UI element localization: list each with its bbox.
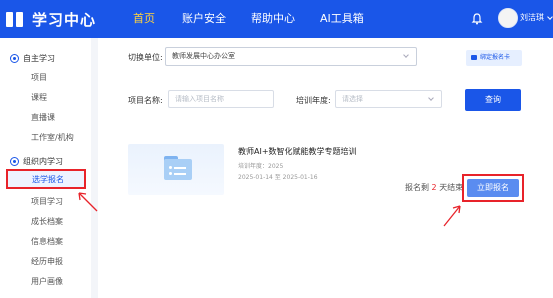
- target-icon: [10, 157, 19, 166]
- book-icon: [6, 12, 23, 27]
- sidebar-item-projects[interactable]: 项目: [31, 72, 47, 83]
- course-dates: 2025-01-14 至 2025-01-16: [238, 174, 318, 181]
- sidebar-item-experience[interactable]: 经历申报: [31, 256, 63, 267]
- sidebar-item-elective-signup[interactable]: 选学报名: [6, 169, 86, 189]
- chevron-down-icon[interactable]: [547, 14, 553, 20]
- remaining-count: 2: [431, 183, 437, 192]
- sidebar-item-courses[interactable]: 课程: [31, 92, 47, 103]
- unit-select-value: 教师发展中心办公室: [172, 52, 235, 60]
- app-logo[interactable]: 学习中心: [6, 9, 96, 30]
- bind-card-button[interactable]: 绑定报名卡: [466, 50, 522, 66]
- signup-highlight: 立即报名: [462, 174, 524, 202]
- sidebar-group-self-study[interactable]: 自主学习: [10, 53, 55, 64]
- top-header: 学习中心 首页 账户安全 帮助中心 AI工具箱 刘洁琪: [0, 0, 553, 38]
- sidebar-group-label: 组织内学习: [23, 157, 63, 166]
- sidebar-item-project-study[interactable]: 项目学习: [31, 196, 63, 207]
- chevron-down-icon: [428, 95, 434, 101]
- unit-select[interactable]: 教师发展中心办公室: [165, 47, 417, 66]
- target-icon: [10, 54, 19, 63]
- remaining-days: 报名剩 2 天结束: [405, 182, 463, 193]
- project-name-input[interactable]: 请输入项目名称: [168, 90, 274, 108]
- sidebar-item-live[interactable]: 直播课: [31, 112, 55, 123]
- bell-icon[interactable]: [470, 12, 484, 26]
- sidebar-item-user-profile[interactable]: 用户画像: [31, 276, 63, 287]
- course-title[interactable]: 教师AI+数智化赋能教学专题培训: [238, 146, 357, 157]
- year-select-placeholder: 请选择: [342, 95, 363, 103]
- chevron-down-icon: [403, 52, 409, 58]
- sidebar: 自主学习 项目 课程 直播课 工作室/机构 组织内学习 选学报名 项目学习 成长…: [0, 38, 91, 298]
- nav-account-security[interactable]: 账户安全: [182, 0, 226, 38]
- folder-icon: [164, 156, 192, 180]
- year-select[interactable]: 请选择: [335, 90, 442, 108]
- nav-home[interactable]: 首页: [133, 0, 155, 38]
- sidebar-group-org-study[interactable]: 组织内学习: [10, 156, 63, 167]
- nav-help-center[interactable]: 帮助中心: [251, 0, 295, 38]
- nav-ai-toolbox[interactable]: AI工具箱: [320, 0, 364, 38]
- remaining-prefix: 报名剩: [405, 183, 429, 192]
- project-name-label: 项目名称:: [128, 96, 163, 105]
- sidebar-group-label: 自主学习: [23, 54, 55, 63]
- app-title: 学习中心: [32, 11, 97, 29]
- unit-label: 切换单位:: [128, 53, 163, 62]
- signup-button[interactable]: 立即报名: [467, 179, 519, 197]
- username[interactable]: 刘洁琪: [520, 12, 544, 23]
- course-year: 培训年度：2025: [238, 163, 284, 170]
- course-thumbnail[interactable]: [128, 144, 224, 195]
- query-button[interactable]: 查询: [465, 89, 521, 111]
- remaining-suffix: 天结束: [439, 183, 464, 192]
- year-label: 培训年度:: [296, 96, 331, 105]
- avatar[interactable]: [498, 8, 518, 28]
- sidebar-item-growth-record[interactable]: 成长档案: [31, 216, 63, 227]
- sidebar-item-studios[interactable]: 工作室/机构: [31, 132, 74, 143]
- sidebar-item-info-record[interactable]: 信息档案: [31, 236, 63, 247]
